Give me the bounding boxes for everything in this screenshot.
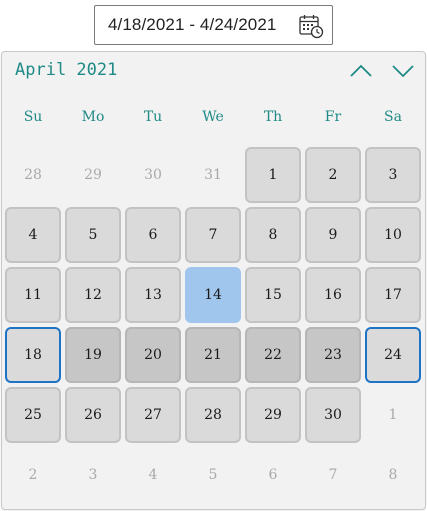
weekday-label: Sa [384, 109, 402, 125]
weekday-label: Su [23, 109, 43, 125]
day-cell[interactable]: 27 [125, 387, 181, 443]
day-cell[interactable]: 25 [5, 387, 61, 443]
day-cell[interactable]: 19 [65, 327, 121, 383]
day-cell-other-month[interactable]: 8 [365, 447, 421, 503]
day-cell-other-month[interactable]: 31 [185, 147, 241, 203]
date-range-value: 4/18/2021 - 4/24/2021 [108, 15, 277, 34]
day-cell[interactable]: 15 [245, 267, 301, 323]
calendar-popup: April 2021 Su Mo Tu We Th Fr Sa 28 29 30 31 1 2 3 4 5 6… [1, 51, 426, 510]
day-cell[interactable]: 10 [365, 207, 421, 263]
day-cell-other-month[interactable]: 6 [245, 447, 301, 503]
chevron-up-icon[interactable] [348, 60, 374, 82]
day-cell-other-month[interactable]: 2 [5, 447, 61, 503]
day-cell[interactable]: 4 [5, 207, 61, 263]
day-cell[interactable]: 18 [5, 327, 61, 383]
day-cell[interactable]: 1 [245, 147, 301, 203]
weekday-label: Th [263, 109, 283, 125]
day-cell[interactable]: 14 [185, 267, 241, 323]
weekday-label: Tu [143, 109, 163, 125]
day-cell[interactable]: 13 [125, 267, 181, 323]
chevron-down-icon[interactable] [390, 60, 416, 82]
day-cell[interactable]: 3 [365, 147, 421, 203]
date-range-input[interactable]: 4/18/2021 - 4/24/2021 [94, 5, 333, 45]
day-cell-other-month[interactable]: 29 [65, 147, 121, 203]
day-cell[interactable]: 22 [245, 327, 301, 383]
day-cell-other-month[interactable]: 28 [5, 147, 61, 203]
day-cell[interactable]: 11 [5, 267, 61, 323]
day-cell[interactable]: 20 [125, 327, 181, 383]
day-cell-other-month[interactable]: 4 [125, 447, 181, 503]
day-cell[interactable]: 16 [305, 267, 361, 323]
day-cell-other-month[interactable]: 7 [305, 447, 361, 503]
day-cell[interactable]: 6 [125, 207, 181, 263]
day-cell-other-month[interactable]: 5 [185, 447, 241, 503]
day-cell[interactable]: 17 [365, 267, 421, 323]
day-cell[interactable]: 30 [305, 387, 361, 443]
weekday-label: We [202, 109, 224, 125]
day-cell[interactable]: 7 [185, 207, 241, 263]
day-cell[interactable]: 23 [305, 327, 361, 383]
day-cell[interactable]: 2 [305, 147, 361, 203]
month-title[interactable]: April 2021 [15, 60, 117, 80]
weekday-label: Mo [81, 109, 105, 125]
day-cell[interactable]: 9 [305, 207, 361, 263]
day-cell[interactable]: 21 [185, 327, 241, 383]
weekday-label: Fr [324, 109, 342, 125]
day-cell[interactable]: 5 [65, 207, 121, 263]
day-cell-other-month[interactable]: 1 [365, 387, 421, 443]
day-cell[interactable]: 28 [185, 387, 241, 443]
day-cell-other-month[interactable]: 30 [125, 147, 181, 203]
day-cell[interactable]: 24 [365, 327, 421, 383]
day-cell[interactable]: 12 [65, 267, 121, 323]
day-cell-other-month[interactable]: 3 [65, 447, 121, 503]
calendar-header: April 2021 [2, 52, 425, 90]
day-cell[interactable]: 8 [245, 207, 301, 263]
day-cell[interactable]: 26 [65, 387, 121, 443]
day-cell[interactable]: 29 [245, 387, 301, 443]
calendar-clock-icon[interactable] [298, 13, 324, 39]
